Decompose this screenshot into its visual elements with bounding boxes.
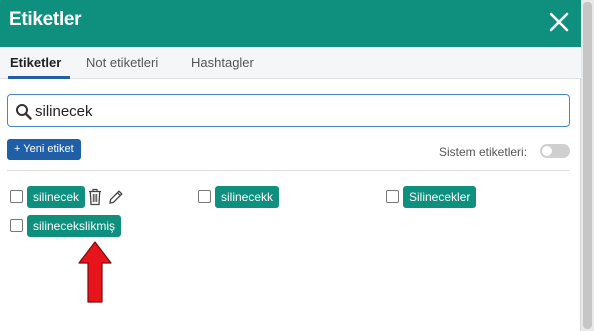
tab-hashtagler[interactable]: Hashtagler: [191, 55, 254, 70]
tag-item: silinecek: [10, 186, 130, 208]
dialog-header: Etiketler: [0, 0, 581, 47]
search-input[interactable]: [35, 99, 555, 123]
divider: [7, 170, 570, 171]
tag-checkbox[interactable]: [198, 190, 211, 203]
tag-chip[interactable]: silinecekslikmiş: [27, 215, 122, 237]
pencil-icon[interactable]: [107, 188, 124, 211]
scrollbar-thumb[interactable]: [583, 2, 592, 329]
tags-dialog: Etiketler Etiketler Not etiketleri Hasht…: [0, 0, 581, 331]
search-box: [7, 94, 570, 127]
tab-bar: Etiketler Not etiketleri Hashtagler: [0, 47, 581, 79]
tab-etiketler[interactable]: Etiketler: [10, 55, 61, 70]
system-tags-label: Sistem etiketleri:: [439, 145, 528, 159]
system-tags-toggle[interactable]: [540, 144, 570, 158]
active-tab-indicator: [8, 76, 70, 79]
tag-item: Silinecekler: [386, 186, 486, 208]
tag-chip[interactable]: Silinecekler: [403, 186, 477, 208]
search-icon: [15, 103, 33, 126]
tag-item: silinecekk: [198, 186, 298, 208]
dialog-title: Etiketler: [9, 9, 82, 30]
new-tag-button[interactable]: + Yeni etiket: [7, 139, 81, 160]
tag-chip[interactable]: silinecekk: [215, 186, 280, 208]
close-icon[interactable]: [545, 8, 573, 36]
trash-icon[interactable]: [88, 188, 102, 211]
tab-not-etiketleri[interactable]: Not etiketleri: [86, 55, 158, 70]
tag-chip[interactable]: silinecek: [27, 186, 86, 208]
tag-checkbox[interactable]: [10, 219, 23, 232]
toggle-knob: [542, 146, 552, 156]
tag-checkbox[interactable]: [386, 190, 399, 203]
tag-item: silinecekslikmiş: [10, 215, 140, 237]
red-arrow-icon: [78, 241, 112, 308]
tag-checkbox[interactable]: [10, 190, 23, 203]
